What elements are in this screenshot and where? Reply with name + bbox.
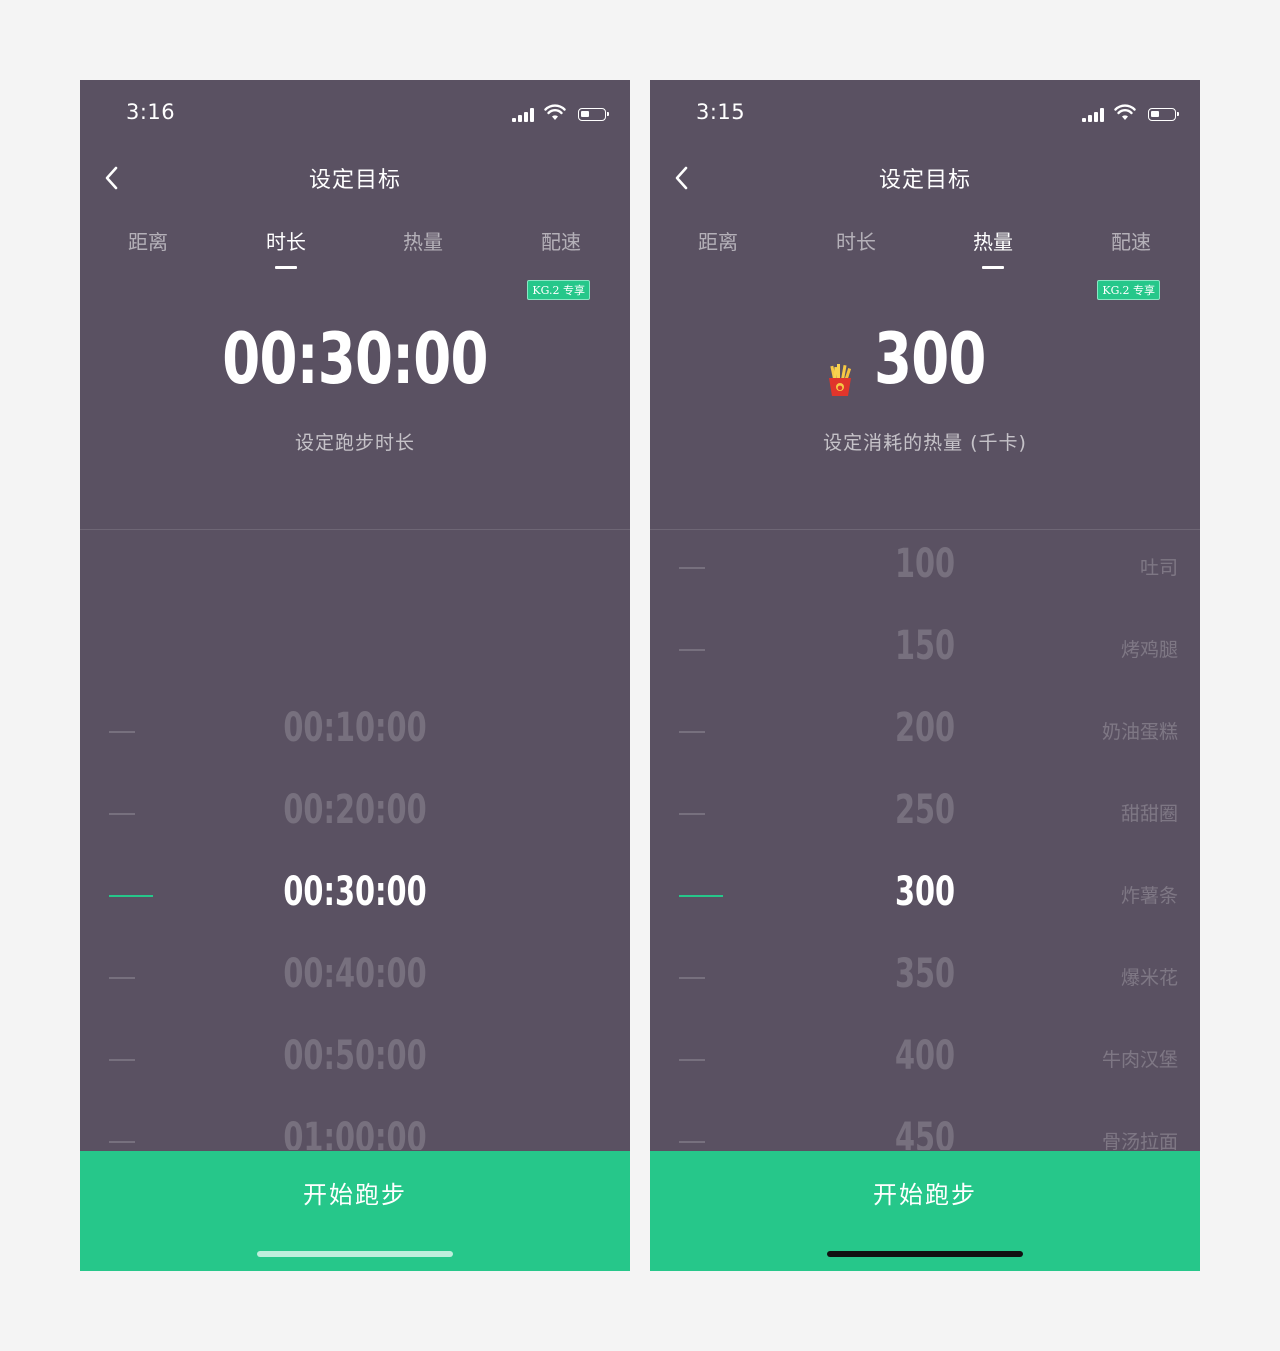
tab-pace[interactable]: 配速 <box>511 226 611 255</box>
picker-value: 250 <box>894 787 956 833</box>
picker-row[interactable]: 00:20:00 <box>80 773 630 855</box>
picker-value: 100 <box>894 541 956 587</box>
picker-tick <box>109 1141 135 1143</box>
status-icons <box>1070 104 1180 124</box>
picker-row[interactable]: 00:10:00 <box>80 691 630 773</box>
picker-row-selected[interactable]: 300 炸薯条 <box>650 855 1200 937</box>
wifi-icon <box>544 104 566 120</box>
picker-value: 00:20:00 <box>283 787 427 833</box>
start-run-button[interactable]: 开始跑步 <box>80 1151 630 1271</box>
picker-row[interactable]: 350 爆米花 <box>650 937 1200 1019</box>
page-title: 设定目标 <box>308 168 401 193</box>
food-equivalent: 骨汤拉面 <box>1101 1131 1178 1150</box>
picker-row[interactable]: 01:00:00 <box>80 1101 630 1150</box>
picker-value: 00:30:00 <box>283 869 427 915</box>
tab-duration[interactable]: 时长 <box>236 226 336 255</box>
picker-row[interactable]: 250 甜甜圈 <box>650 773 1200 855</box>
active-tab-indicator <box>982 266 1004 269</box>
picker-tick <box>679 731 705 733</box>
goal-label: 设定消耗的热量 (千卡) <box>823 432 1027 454</box>
picker-tick <box>679 977 705 979</box>
picker-row[interactable]: 00:40:00 <box>80 937 630 1019</box>
picker-row-selected[interactable]: 00:30:00 <box>80 855 630 937</box>
picker-row[interactable]: 00:50:00 <box>80 1019 630 1101</box>
tab-calories[interactable]: 热量 <box>373 226 473 255</box>
food-equivalent: 甜甜圈 <box>1120 803 1178 825</box>
signal-icon <box>512 108 538 122</box>
home-indicator <box>827 1251 1023 1257</box>
picker-tick <box>679 1141 705 1143</box>
picker-value: 350 <box>894 951 956 997</box>
picker-tick <box>679 567 705 569</box>
picker-tick <box>679 895 723 897</box>
picker-value: 400 <box>894 1033 956 1079</box>
picker-value: 300 <box>894 869 956 915</box>
picker-value: 00:10:00 <box>283 705 427 751</box>
wifi-icon <box>1114 104 1136 120</box>
tab-distance[interactable]: 距离 <box>98 226 198 255</box>
start-run-label: 开始跑步 <box>873 1181 977 1209</box>
start-run-button[interactable]: 开始跑步 <box>650 1151 1200 1271</box>
goal-value: 00:30:00 <box>222 318 488 400</box>
food-equivalent: 吐司 <box>1139 557 1178 579</box>
picker-value: 01:00:00 <box>283 1115 427 1150</box>
tab-distance[interactable]: 距离 <box>668 226 768 255</box>
food-equivalent: 爆米花 <box>1120 967 1178 989</box>
status-time: 3:16 <box>126 100 176 124</box>
kg2-exclusive-badge: KG.2 专享 <box>1097 280 1160 300</box>
picker-tick <box>109 1059 135 1061</box>
svg-text:●: ● <box>837 385 842 392</box>
goal-tabs: 距离 时长 热量 配速 <box>80 226 630 286</box>
home-indicator <box>257 1251 453 1257</box>
goal-label: 设定跑步时长 <box>294 432 415 454</box>
food-equivalent: 奶油蛋糕 <box>1101 721 1178 743</box>
food-equivalent: 炸薯条 <box>1120 885 1178 907</box>
battery-icon <box>1148 108 1179 121</box>
calorie-picker[interactable]: 100 吐司 150 烤鸡腿 200 奶油蛋糕 250 甜甜圈 300 炸薯条 … <box>650 530 1200 1150</box>
battery-icon <box>578 108 609 121</box>
picker-tick <box>109 813 135 815</box>
picker-tick <box>679 649 705 651</box>
picker-value: 150 <box>894 623 956 669</box>
picker-value: 00:40:00 <box>283 951 427 997</box>
goal-value: 300 <box>874 318 986 400</box>
status-icons <box>500 104 610 124</box>
picker-row[interactable]: 100 吐司 <box>650 530 1200 609</box>
page-title: 设定目标 <box>878 168 971 193</box>
food-equivalent: 烤鸡腿 <box>1120 639 1178 661</box>
tab-calories[interactable]: 热量 <box>943 226 1043 255</box>
duration-picker[interactable]: 00:10:00 00:20:00 00:30:00 00:40:00 00:5… <box>80 530 630 1150</box>
active-tab-indicator <box>275 266 297 269</box>
picker-row[interactable]: 450 骨汤拉面 <box>650 1101 1200 1150</box>
food-equivalent: 牛肉汉堡 <box>1101 1049 1178 1071</box>
picker-tick <box>109 895 153 897</box>
start-run-label: 开始跑步 <box>303 1181 407 1209</box>
kg2-exclusive-badge: KG.2 专享 <box>527 280 590 300</box>
goal-tabs: 距离 时长 热量 配速 <box>650 226 1200 286</box>
picker-tick <box>679 813 705 815</box>
picker-value: 450 <box>894 1115 956 1150</box>
picker-tick <box>679 1059 705 1061</box>
tab-pace[interactable]: 配速 <box>1081 226 1181 255</box>
picker-row[interactable]: 200 奶油蛋糕 <box>650 691 1200 773</box>
status-time: 3:15 <box>696 100 746 124</box>
tab-duration[interactable]: 时长 <box>806 226 906 255</box>
picker-value: 00:50:00 <box>283 1033 427 1079</box>
fries-icon: ● <box>829 364 852 396</box>
phone-screen-calories: 3:15 设定目标 距离 时长 热量 配速 KG.2 专享 ● 300 设定消耗 <box>650 80 1200 1271</box>
picker-tick <box>109 731 135 733</box>
phone-screen-duration: 3:16 设定目标 距离 时长 热量 配速 KG.2 专享 00:30:00 设… <box>80 80 630 1271</box>
signal-icon <box>1082 108 1108 122</box>
picker-row[interactable]: 150 烤鸡腿 <box>650 609 1200 691</box>
picker-value: 200 <box>894 705 956 751</box>
picker-row[interactable]: 400 牛肉汉堡 <box>650 1019 1200 1101</box>
picker-tick <box>109 977 135 979</box>
